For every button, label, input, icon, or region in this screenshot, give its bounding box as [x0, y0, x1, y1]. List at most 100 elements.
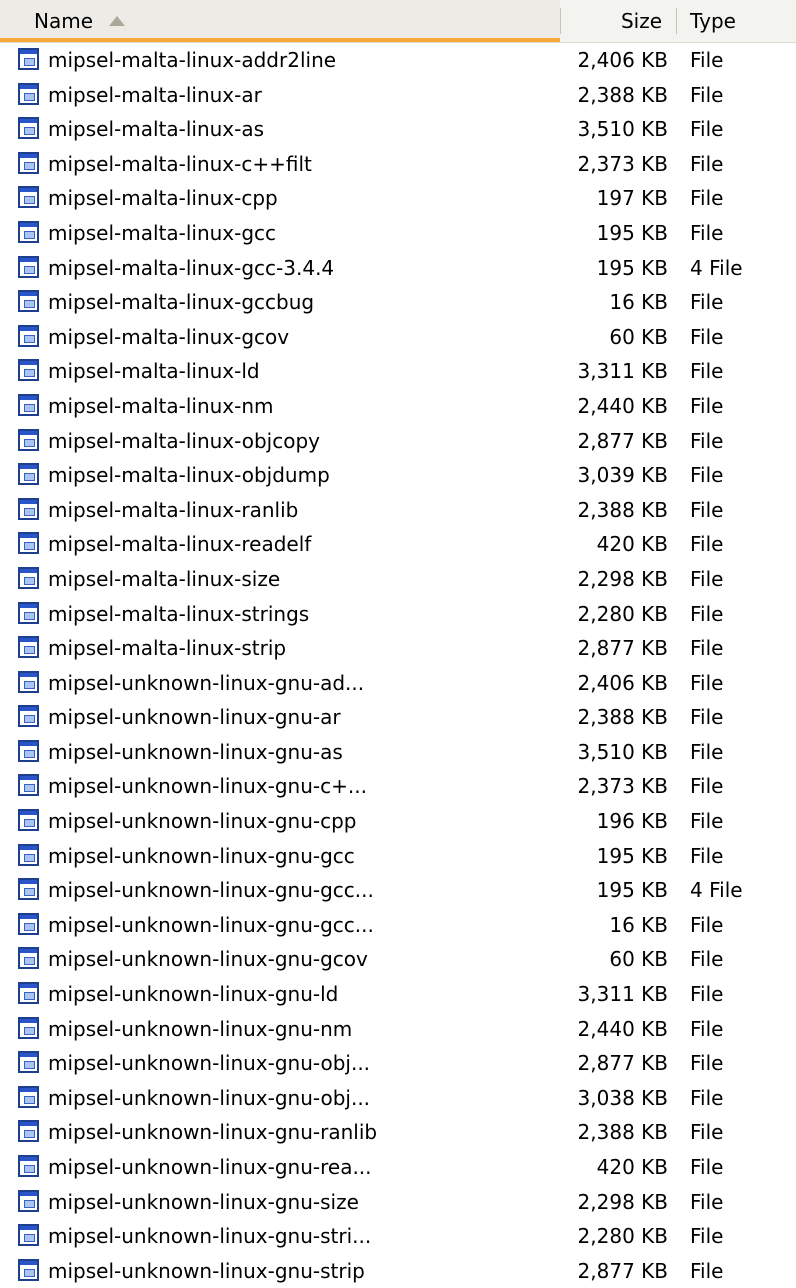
file-name: mipsel-malta-linux-size: [48, 566, 281, 591]
file-type: File: [690, 1258, 724, 1283]
file-size: 2,388 KB: [577, 497, 668, 522]
executable-file-icon: [18, 739, 39, 762]
executable-file-icon: [18, 1155, 39, 1177]
executable-file-icon: [18, 809, 39, 832]
file-size: 195 KB: [596, 843, 668, 868]
file-type: File: [690, 843, 724, 868]
file-size: 2,388 KB: [577, 82, 668, 107]
file-row[interactable]: mipsel-unknown-linux-gnu-stri... 2,280 KB…: [0, 1219, 796, 1254]
file-rows: mipsel-malta-linux-addr2line 2,406 KB File…: [0, 43, 796, 1288]
file-name: mipsel-unknown-linux-gnu-gcc...: [48, 912, 374, 937]
file-row[interactable]: mipsel-unknown-linux-gnu-rea... 420 KB Fil…: [0, 1150, 796, 1185]
executable-file-icon: [18, 532, 39, 555]
column-header-type[interactable]: Type: [676, 0, 796, 42]
file-type: File: [690, 705, 724, 730]
file-size: 3,311 KB: [577, 982, 668, 1007]
executable-file-icon: [18, 497, 39, 520]
file-size: 2,388 KB: [577, 1120, 668, 1145]
file-row[interactable]: mipsel-malta-linux-ld 3,311 KB File: [0, 354, 796, 389]
executable-file-icon: [18, 117, 39, 140]
file-name: mipsel-unknown-linux-gnu-obj...: [48, 1051, 371, 1076]
file-type: File: [690, 324, 724, 349]
file-type: File: [690, 532, 724, 557]
file-type: File: [690, 82, 724, 107]
file-row[interactable]: mipsel-unknown-linux-gnu-as 3,510 KB File: [0, 735, 796, 770]
file-name: mipsel-malta-linux-gccbug: [48, 290, 315, 315]
file-row[interactable]: mipsel-unknown-linux-gnu-nm 2,440 KB File: [0, 1012, 796, 1047]
file-row[interactable]: mipsel-malta-linux-objcopy 2,877 KB File: [0, 424, 796, 459]
file-type: File: [690, 1155, 724, 1179]
column-header-name[interactable]: Name: [0, 0, 560, 42]
file-row[interactable]: mipsel-unknown-linux-gnu-obj... 2,877 KB F…: [0, 1046, 796, 1081]
file-name: mipsel-unknown-linux-gnu-ad...: [48, 670, 365, 695]
file-row[interactable]: mipsel-malta-linux-readelf 420 KB File: [0, 527, 796, 562]
file-row[interactable]: mipsel-unknown-linux-gnu-ranlib 2,388 KB F…: [0, 1115, 796, 1150]
file-row[interactable]: mipsel-malta-linux-cpp 197 KB File: [0, 181, 796, 216]
executable-file-icon: [18, 290, 39, 313]
file-row[interactable]: mipsel-unknown-linux-gnu-strip 2,877 KB Fi…: [0, 1254, 796, 1288]
file-size: 196 KB: [596, 809, 668, 834]
file-size: 2,440 KB: [577, 393, 668, 418]
file-row[interactable]: mipsel-malta-linux-strings 2,280 KB File: [0, 597, 796, 632]
file-type: 4 File: [690, 255, 743, 280]
file-row[interactable]: mipsel-malta-linux-size 2,298 KB File: [0, 562, 796, 597]
file-row[interactable]: mipsel-malta-linux-c++filt 2,373 KB File: [0, 147, 796, 182]
file-name: mipsel-malta-linux-addr2line: [48, 48, 337, 72]
file-row[interactable]: mipsel-malta-linux-gcc-3.4.4 195 KB 4 File: [0, 251, 796, 286]
file-row[interactable]: mipsel-malta-linux-as 3,510 KB File: [0, 112, 796, 147]
executable-file-icon: [18, 1051, 39, 1074]
file-size: 16 KB: [609, 912, 668, 937]
file-type: File: [690, 670, 724, 695]
executable-file-icon: [18, 912, 39, 935]
file-name: mipsel-unknown-linux-gnu-gcc...: [48, 878, 374, 903]
file-name: mipsel-unknown-linux-gnu-strip: [48, 1258, 365, 1283]
file-row[interactable]: mipsel-malta-linux-strip 2,877 KB File: [0, 631, 796, 666]
file-row[interactable]: mipsel-unknown-linux-gnu-obj... 3,038 KB F…: [0, 1081, 796, 1116]
file-size: 2,877 KB: [577, 428, 668, 453]
file-row[interactable]: mipsel-malta-linux-objdump 3,039 KB File: [0, 458, 796, 493]
column-header-size[interactable]: Size: [560, 0, 676, 42]
file-size: 2,406 KB: [577, 48, 668, 72]
column-header-type-label: Type: [690, 9, 736, 33]
file-name: mipsel-unknown-linux-gnu-as: [48, 739, 343, 764]
file-type: File: [690, 739, 724, 764]
file-row[interactable]: mipsel-unknown-linux-gnu-gcc 195 KB File: [0, 839, 796, 874]
file-row[interactable]: mipsel-malta-linux-nm 2,440 KB File: [0, 389, 796, 424]
file-size: 3,510 KB: [577, 739, 668, 764]
file-name: mipsel-unknown-linux-gnu-obj...: [48, 1085, 371, 1110]
file-row[interactable]: mipsel-unknown-linux-gnu-c+... 2,373 KB Fi…: [0, 769, 796, 804]
file-name: mipsel-malta-linux-strip: [48, 636, 287, 661]
file-name: mipsel-unknown-linux-gnu-rea...: [48, 1155, 372, 1179]
file-size: 3,311 KB: [577, 359, 668, 384]
file-row[interactable]: mipsel-unknown-linux-gnu-size 2,298 KB Fil…: [0, 1185, 796, 1220]
file-name: mipsel-unknown-linux-gnu-ranlib: [48, 1120, 378, 1145]
file-row[interactable]: mipsel-malta-linux-ranlib 2,388 KB File: [0, 493, 796, 528]
file-size: 2,877 KB: [577, 636, 668, 661]
file-row[interactable]: mipsel-unknown-linux-gnu-ld 3,311 KB File: [0, 977, 796, 1012]
file-type: File: [690, 601, 724, 626]
file-row[interactable]: mipsel-malta-linux-addr2line 2,406 KB File: [0, 43, 796, 78]
file-name: mipsel-malta-linux-ar: [48, 82, 262, 107]
file-row[interactable]: mipsel-malta-linux-gccbug 16 KB File: [0, 285, 796, 320]
file-row[interactable]: mipsel-unknown-linux-gnu-ad... 2,406 KB Fi…: [0, 666, 796, 701]
file-name: mipsel-unknown-linux-gnu-cpp: [48, 809, 357, 834]
file-size: 2,877 KB: [577, 1258, 668, 1283]
file-row[interactable]: mipsel-malta-linux-ar 2,388 KB File: [0, 78, 796, 113]
file-row[interactable]: mipsel-unknown-linux-gnu-gcov 60 KB File: [0, 942, 796, 977]
executable-file-icon: [18, 48, 39, 70]
file-row[interactable]: mipsel-unknown-linux-gnu-ar 2,388 KB File: [0, 700, 796, 735]
file-row[interactable]: mipsel-malta-linux-gcc 195 KB File: [0, 216, 796, 251]
file-size: 195 KB: [596, 220, 668, 245]
file-row[interactable]: mipsel-unknown-linux-gnu-gcc... 16 KB File: [0, 908, 796, 943]
file-row[interactable]: mipsel-malta-linux-gcov 60 KB File: [0, 320, 796, 355]
executable-file-icon: [18, 186, 39, 209]
file-size: 2,298 KB: [577, 1189, 668, 1214]
file-size: 3,039 KB: [577, 463, 668, 488]
file-type: File: [690, 393, 724, 418]
file-row[interactable]: mipsel-unknown-linux-gnu-cpp 196 KB File: [0, 804, 796, 839]
file-type: File: [690, 982, 724, 1007]
file-size: 2,280 KB: [577, 1224, 668, 1249]
file-row[interactable]: mipsel-unknown-linux-gnu-gcc... 195 KB 4 F…: [0, 873, 796, 908]
executable-file-icon: [18, 220, 39, 243]
executable-file-icon: [18, 324, 39, 347]
